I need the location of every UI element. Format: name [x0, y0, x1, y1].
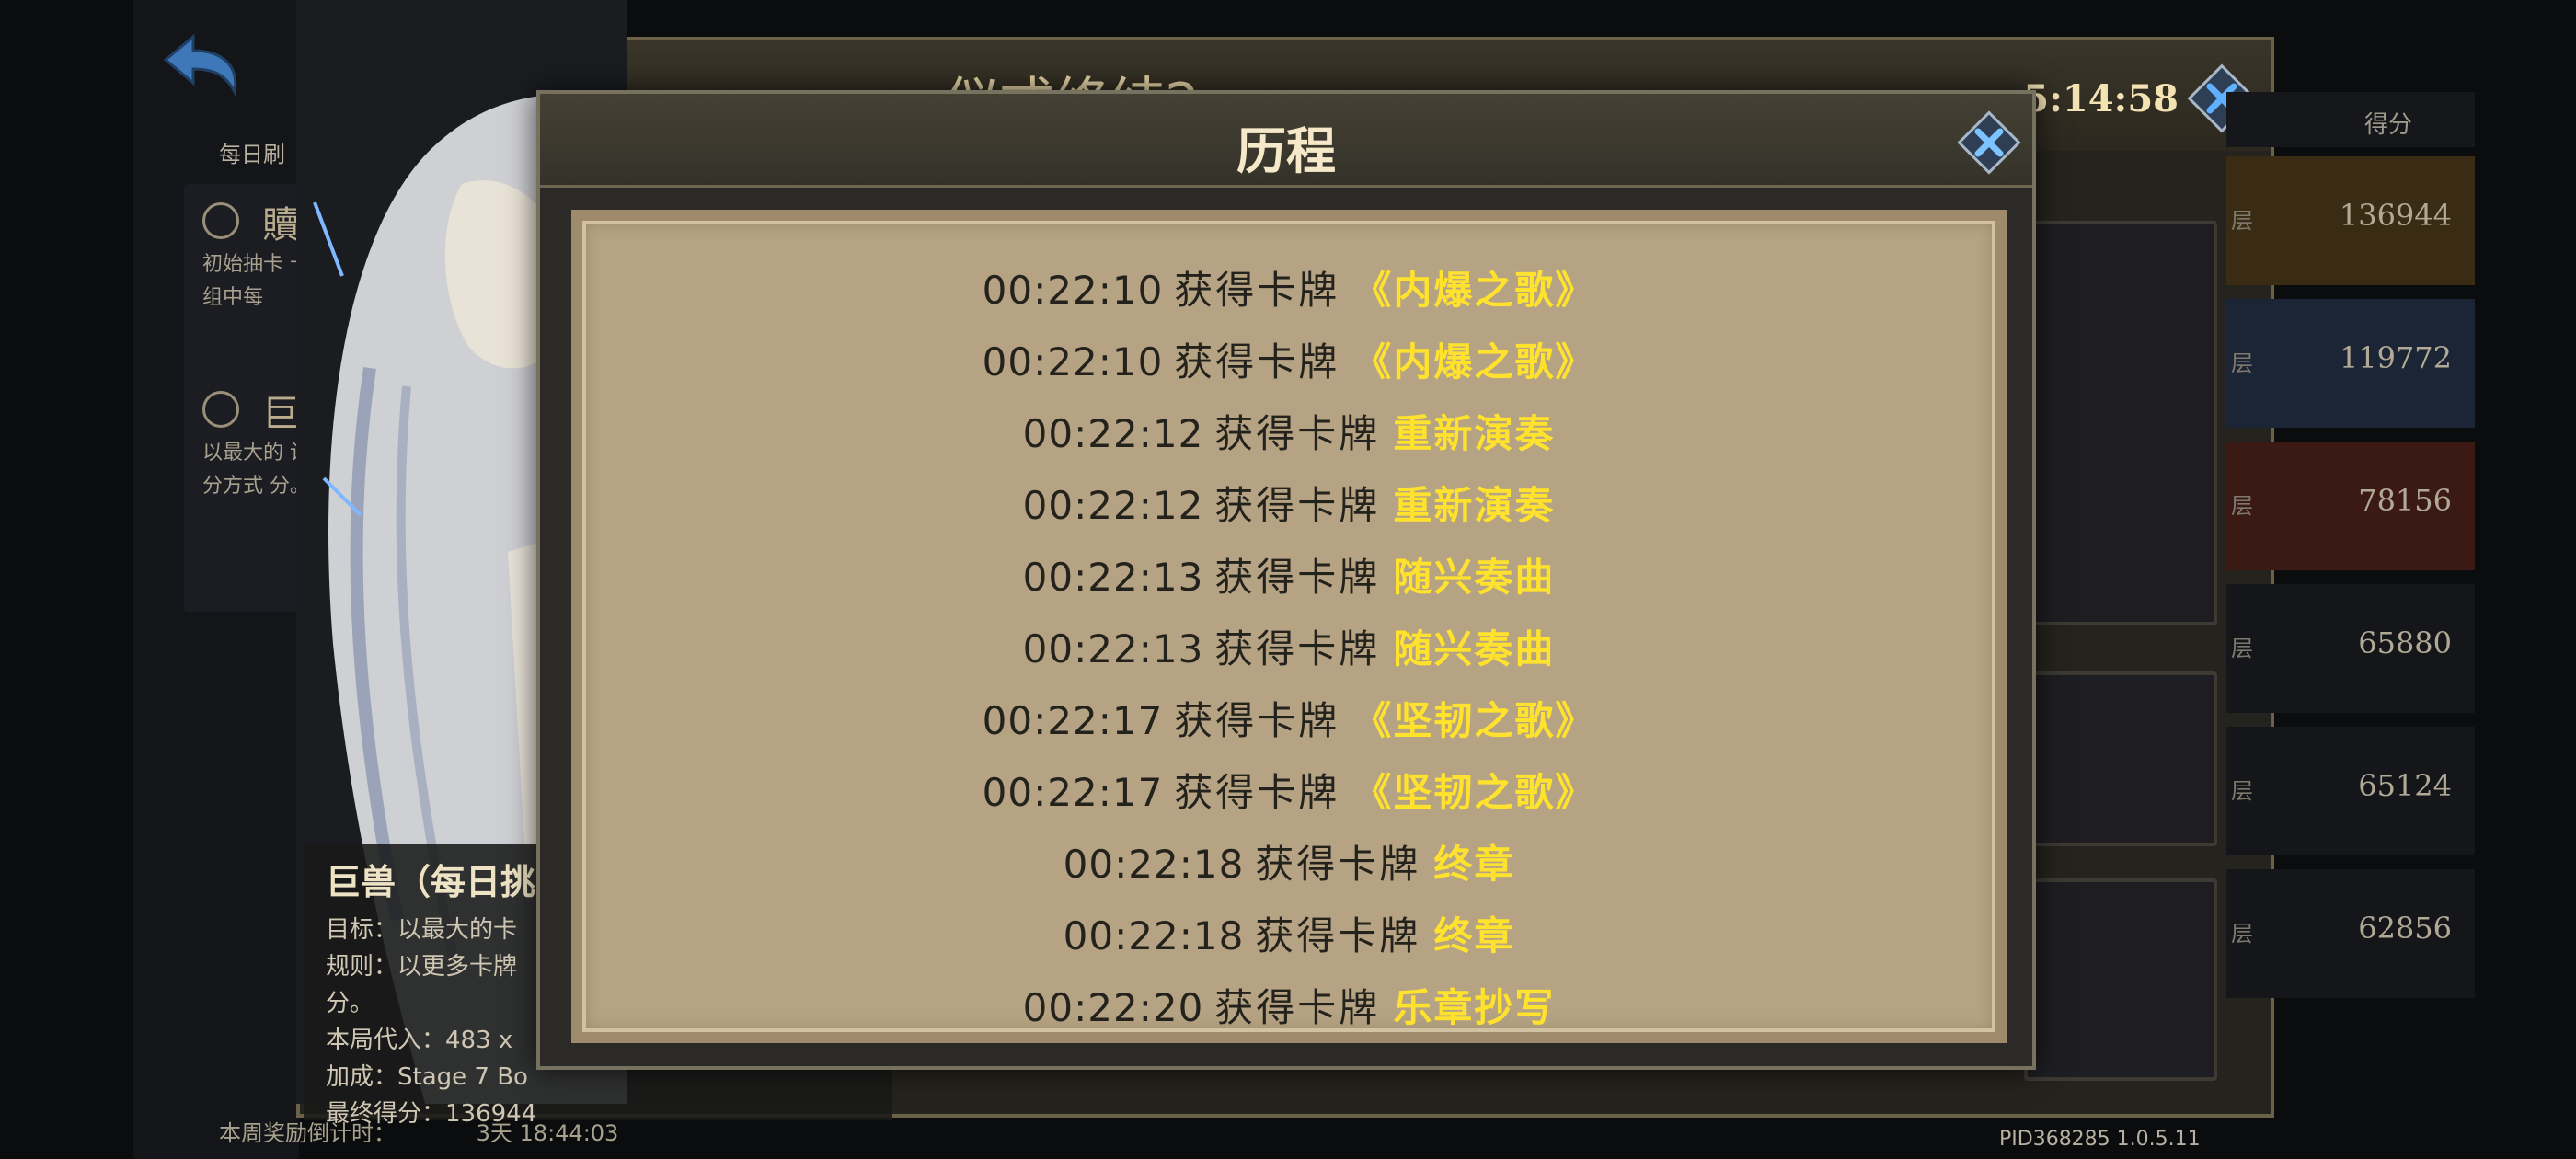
dialog-header: 历程: [540, 94, 2032, 188]
score-row[interactable]: 层 119772: [2226, 299, 2475, 428]
log-action: 获得卡牌: [1214, 555, 1381, 600]
score-panel: 得分 层 136944 层 119772 层 78156 层 65880 层 6…: [2226, 92, 2475, 1067]
log-card-name: 《坚韧之歌》: [1352, 698, 1596, 743]
log-entry: 00:22:10 获得卡牌 《内爆之歌》: [582, 259, 1995, 316]
log-card-name: 终章: [1433, 913, 1515, 958]
log-entry: 00:22:12 获得卡牌 重新演奏: [582, 475, 1995, 531]
log-card-name: 《内爆之歌》: [1352, 339, 1596, 384]
score-value: 136944: [2339, 198, 2452, 233]
log-action: 获得卡牌: [1255, 842, 1421, 887]
log-action: 获得卡牌: [1214, 411, 1381, 456]
character-info-line: 最终得分：136944: [326, 1100, 537, 1128]
log-card-name: 随兴奏曲: [1393, 626, 1556, 671]
score-row[interactable]: 层 65124: [2226, 727, 2475, 855]
back-arrow-icon: [163, 33, 237, 97]
card-column: [2024, 221, 2217, 1085]
log-time: 00:22:17: [982, 698, 1164, 743]
build-id: PID368285 1.0.5.11: [1999, 1128, 2201, 1151]
history-dialog: 历程 00:22:10 获得卡牌 《内爆之歌》 00:22:10 获得卡牌 《内爆之歌》…: [536, 90, 2036, 1070]
log-entry: 00:22:10 获得卡牌 《内爆之歌》: [582, 331, 1995, 387]
score-header-label: 得分: [2364, 111, 2413, 139]
card-slot[interactable]: [2024, 878, 2217, 1081]
log-time: 00:22:13: [1022, 626, 1204, 671]
daily-label: 每日刷: [219, 142, 285, 167]
log-card-name: 随兴奏曲: [1393, 555, 1556, 600]
log-action: 获得卡牌: [1174, 698, 1340, 743]
score-row[interactable]: 层 136944: [2226, 156, 2475, 285]
card-slot[interactable]: [2024, 221, 2217, 625]
mode-title: 巨: [262, 393, 299, 435]
score-value: 62856: [2358, 911, 2452, 946]
rank-mark: 层: [2231, 208, 2253, 234]
log-time: 00:22:12: [1022, 411, 1204, 456]
score-row[interactable]: 层 78156: [2226, 442, 2475, 570]
log-action: 获得卡牌: [1174, 268, 1340, 313]
score-value: 119772: [2339, 340, 2452, 375]
log-time: 00:22:17: [982, 770, 1164, 815]
dialog-close-button[interactable]: [1948, 101, 2030, 184]
score-value: 78156: [2358, 483, 2452, 518]
log-entry: 00:22:17 获得卡牌 《坚韧之歌》: [582, 690, 1995, 746]
score-row[interactable]: 层 62856: [2226, 869, 2475, 998]
score-header: 得分: [2226, 92, 2475, 147]
history-log-list: 00:22:10 获得卡牌 《内爆之歌》 00:22:10 获得卡牌 《内爆之歌》 00…: [582, 221, 1995, 1032]
log-time: 00:22:18: [1063, 842, 1245, 887]
log-entry: 00:22:12 获得卡牌 重新演奏: [582, 403, 1995, 459]
log-card-name: 重新演奏: [1393, 483, 1556, 528]
log-time: 00:22:13: [1022, 555, 1204, 600]
log-time: 00:22:20: [1022, 985, 1204, 1030]
close-icon: [1957, 110, 2021, 175]
mode-icon: [202, 202, 239, 239]
rank-mark: 层: [2231, 636, 2253, 661]
log-action: 获得卡牌: [1255, 913, 1421, 958]
log-entry: 00:22:20 获得卡牌 乐章抄写: [582, 977, 1995, 1032]
score-row[interactable]: 层 65880: [2226, 584, 2475, 713]
history-log-scroll[interactable]: 00:22:10 获得卡牌 《内爆之歌》 00:22:10 获得卡牌 《内爆之歌》 00…: [571, 210, 2007, 1043]
log-action: 获得卡牌: [1174, 339, 1340, 384]
score-value: 65124: [2358, 768, 2452, 803]
rank-mark: 层: [2231, 350, 2253, 376]
log-card-name: 乐章抄写: [1393, 985, 1556, 1030]
mode-title: 贖: [262, 204, 299, 247]
log-time: 00:22:10: [982, 339, 1164, 384]
rank-mark: 层: [2231, 493, 2253, 519]
back-button[interactable]: [147, 28, 248, 101]
rank-mark: 层: [2231, 921, 2253, 947]
card-slot[interactable]: [2024, 671, 2217, 846]
log-card-name: 《坚韧之歌》: [1352, 770, 1596, 815]
log-time: 00:22:18: [1063, 913, 1245, 958]
dialog-title: 历程: [1236, 121, 1336, 180]
log-card-name: 终章: [1433, 842, 1515, 887]
log-card-name: 重新演奏: [1393, 411, 1556, 456]
log-entry: 00:22:17 获得卡牌 《坚韧之歌》: [582, 762, 1995, 818]
timer: 5:14:58: [2023, 77, 2179, 120]
log-entry: 00:22:18 获得卡牌 终章: [582, 833, 1995, 889]
log-entry: 00:22:13 获得卡牌 随兴奏曲: [582, 546, 1995, 602]
log-entry: 00:22:13 获得卡牌 随兴奏曲: [582, 618, 1995, 674]
log-time: 00:22:12: [1022, 483, 1204, 528]
score-value: 65880: [2358, 625, 2452, 660]
mode-icon: [202, 391, 239, 428]
log-time: 00:22:10: [982, 268, 1164, 313]
log-action: 获得卡牌: [1174, 770, 1340, 815]
log-action: 获得卡牌: [1214, 985, 1381, 1030]
rank-mark: 层: [2231, 778, 2253, 804]
log-entry: 00:22:18 获得卡牌 终章: [582, 905, 1995, 961]
log-action: 获得卡牌: [1214, 626, 1381, 671]
log-action: 获得卡牌: [1214, 483, 1381, 528]
log-card-name: 《内爆之歌》: [1352, 268, 1596, 313]
